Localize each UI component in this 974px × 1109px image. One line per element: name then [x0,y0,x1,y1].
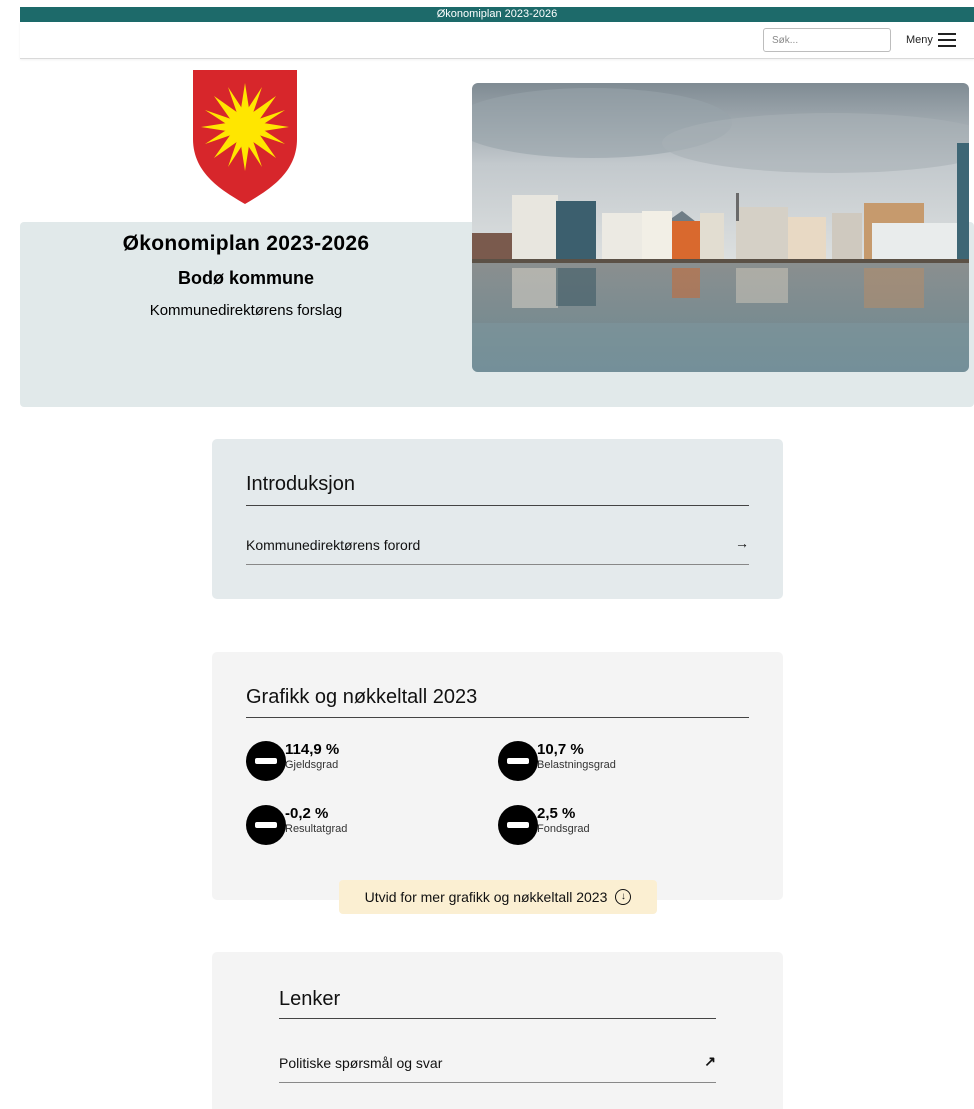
minus-circle-icon [246,741,286,781]
kpi-value: 114,9 % [285,741,340,758]
kpi-label: Fondsgrad [537,823,590,835]
menu-label: Meny [906,34,933,46]
kpi-value: 2,5 % [537,805,576,822]
search-input[interactable] [763,28,891,52]
arrow-down-circle-icon: ↓ [615,889,632,905]
site-header: Meny [20,22,974,59]
keyfigures-divider [246,717,749,718]
link-forord[interactable]: Kommunedirektørens forord → [246,535,749,565]
keyfigures-card: Grafikk og nøkkeltall 2023 114,9 % Gjeld… [212,652,783,900]
page-subtitle-2: Kommunedirektørens forslag [149,302,343,319]
expand-keyfigures-button[interactable]: Utvid for mer grafikk og nøkkeltall 2023… [339,880,657,914]
minus-circle-icon [498,805,538,845]
page-title: Økonomiplan 2023-2026 [122,232,370,255]
kpi-label: Resultatgrad [285,823,348,835]
intro-card: Introduksjon Kommunedirektørens forord → [212,439,783,599]
kpi-fondsgrad: 2,5 % Fondsgrad [498,805,590,845]
kpi-gjeldsgrad: 114,9 % Gjeldsgrad [246,741,339,781]
minus-circle-icon [498,741,538,781]
hamburger-icon [937,33,956,47]
links-card: Lenker [212,952,783,1109]
link-politiske-label: Politiske spørsmål og svar [279,1055,443,1071]
intro-heading: Introduksjon [246,473,355,495]
kpi-resultatgrad: -0,2 % Resultatgrad [246,805,347,845]
arrow-right-icon: → [735,535,749,551]
top-banner: Økonomiplan 2023-2026 [20,7,974,22]
link-politiske-sporsmal[interactable]: Politiske spørsmål og svar ↗ [279,1053,716,1083]
minus-circle-icon [246,805,286,845]
kpi-label: Belastningsgrad [537,759,616,771]
menu-button[interactable]: Meny [906,30,956,50]
arrow-up-right-icon: ↗ [704,1053,716,1069]
keyfigures-heading: Grafikk og nøkkeltall 2023 [246,686,478,708]
city-photo [472,83,969,372]
expand-label: Utvid for mer grafikk og nøkkeltall 2023 [364,889,608,905]
kpi-label: Gjeldsgrad [285,759,339,771]
crest-logo [193,70,297,204]
kpi-value: -0,2 % [285,805,329,822]
kpi-value: 10,7 % [537,741,584,758]
links-heading: Lenker [279,988,341,1010]
intro-divider [246,505,749,506]
links-divider [279,1018,716,1019]
kpi-belastningsgrad: 10,7 % Belastningsgrad [498,741,616,781]
page-subtitle: Bodø kommune [177,268,314,288]
link-forord-label: Kommunedirektørens forord [246,537,421,553]
